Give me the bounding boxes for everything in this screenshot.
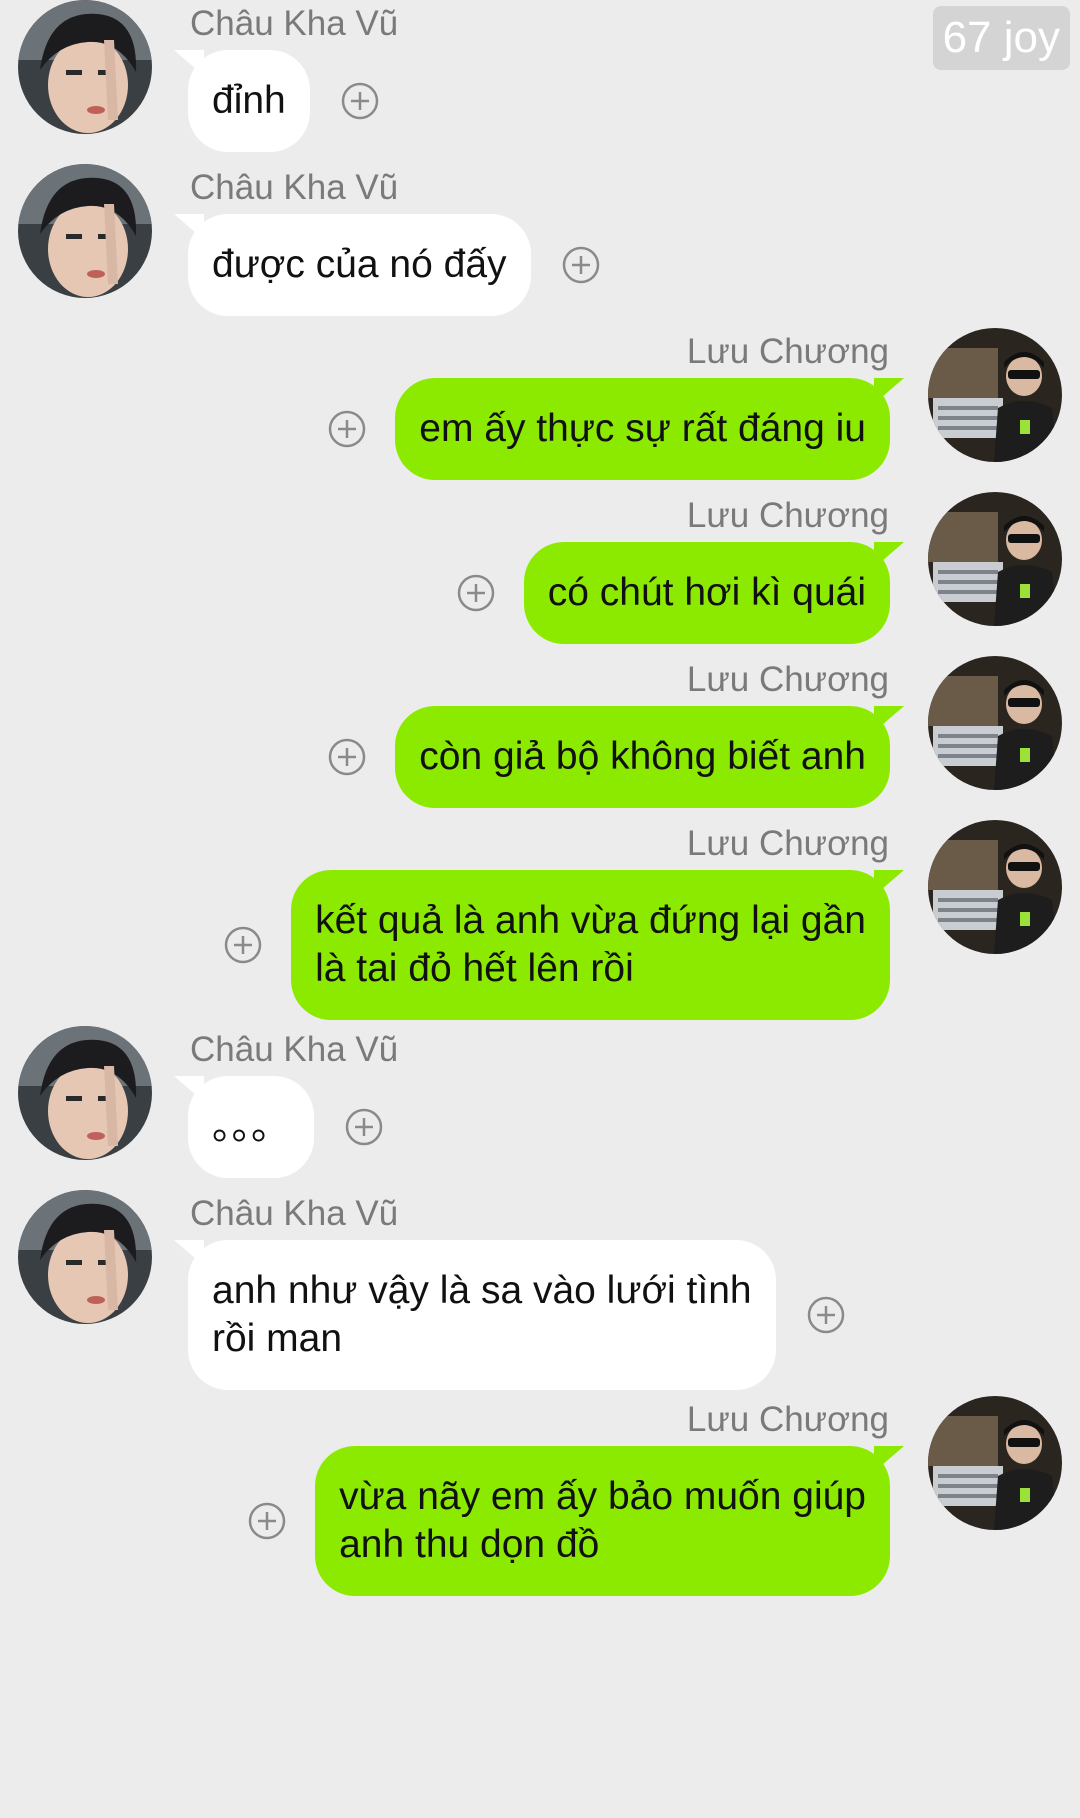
avatar[interactable]: [928, 328, 1062, 462]
bubble-wrap: kết quả là anh vừa đứng lại gần là tai đỏ…: [223, 870, 890, 1020]
plus-circle-icon[interactable]: [344, 1107, 384, 1147]
message-text-line: kết quả là anh vừa đứng lại gần: [315, 899, 866, 942]
bubble-wrap: có chút hơi kì quái: [456, 542, 890, 644]
bubble-wrap: vừa nãy em ấy bảo muốn giúp anh thu dọn đ…: [247, 1446, 890, 1596]
bubble-wrap: đỉnh: [188, 50, 380, 152]
bubble-wrap: anh như vậy là sa vào lưới tình rồi man: [188, 1240, 846, 1390]
avatar[interactable]: [18, 1026, 152, 1160]
sender-name: Lưu Chương: [686, 1400, 889, 1439]
message-text-line: 。。。: [212, 1105, 291, 1148]
avatar[interactable]: [18, 164, 152, 298]
bubble-wrap: 。。。: [188, 1076, 384, 1178]
message-bubble[interactable]: vừa nãy em ấy bảo muốn giúp anh thu dọn đ…: [315, 1446, 890, 1596]
plus-circle-icon[interactable]: [223, 925, 263, 965]
avatar[interactable]: [928, 1396, 1062, 1530]
message-text-line: đỉnh: [212, 79, 286, 122]
message-text-line: anh thu dọn đồ: [339, 1523, 600, 1566]
sender-name: Lưu Chương: [686, 824, 889, 863]
message-bubble[interactable]: anh như vậy là sa vào lưới tình rồi man: [188, 1240, 776, 1390]
sender-name: Châu Kha Vũ: [190, 168, 399, 207]
avatar[interactable]: [928, 820, 1062, 954]
message-text-line: em ấy thực sự rất đáng iu: [419, 407, 866, 450]
plus-circle-icon[interactable]: [456, 573, 496, 613]
sender-name: Châu Kha Vũ: [190, 4, 399, 43]
avatar[interactable]: [928, 492, 1062, 626]
message-bubble[interactable]: em ấy thực sự rất đáng iu: [395, 378, 890, 480]
sender-name: Châu Kha Vũ: [190, 1194, 399, 1233]
message-bubble[interactable]: kết quả là anh vừa đứng lại gần là tai đỏ…: [291, 870, 890, 1020]
plus-circle-icon[interactable]: [247, 1501, 287, 1541]
sender-name: Lưu Chương: [686, 332, 889, 371]
bubble-wrap: em ấy thực sự rất đáng iu: [327, 378, 890, 480]
avatar[interactable]: [18, 0, 152, 134]
message-bubble[interactable]: còn giả bộ không biết anh: [395, 706, 890, 808]
sender-name: Lưu Chương: [686, 660, 889, 699]
avatar[interactable]: [18, 1190, 152, 1324]
message-bubble[interactable]: được của nó đấy: [188, 214, 531, 316]
bubble-wrap: được của nó đấy: [188, 214, 601, 316]
message-text-line: vừa nãy em ấy bảo muốn giúp: [339, 1475, 866, 1518]
plus-circle-icon[interactable]: [327, 409, 367, 449]
message-text-line: có chút hơi kì quái: [547, 571, 866, 614]
message-text-line: còn giả bộ không biết anh: [419, 735, 866, 778]
message-text-line: là tai đỏ hết lên rồi: [315, 947, 634, 990]
plus-circle-icon[interactable]: [561, 245, 601, 285]
message-text-line: được của nó đấy: [212, 243, 507, 286]
plus-circle-icon[interactable]: [327, 737, 367, 777]
message-bubble[interactable]: có chút hơi kì quái: [523, 542, 890, 644]
message-bubble[interactable]: đỉnh: [188, 50, 310, 152]
message-bubble[interactable]: 。。。: [188, 1076, 315, 1178]
bubble-wrap: còn giả bộ không biết anh: [327, 706, 890, 808]
message-text-line: anh như vậy là sa vào lưới tình: [212, 1269, 752, 1312]
plus-circle-icon[interactable]: [806, 1295, 846, 1335]
watermark: 67 joy: [932, 6, 1070, 70]
plus-circle-icon[interactable]: [340, 81, 380, 121]
message-text-line: rồi man: [212, 1317, 343, 1360]
avatar[interactable]: [928, 656, 1062, 790]
sender-name: Lưu Chương: [686, 496, 889, 535]
sender-name: Châu Kha Vũ: [190, 1030, 399, 1069]
